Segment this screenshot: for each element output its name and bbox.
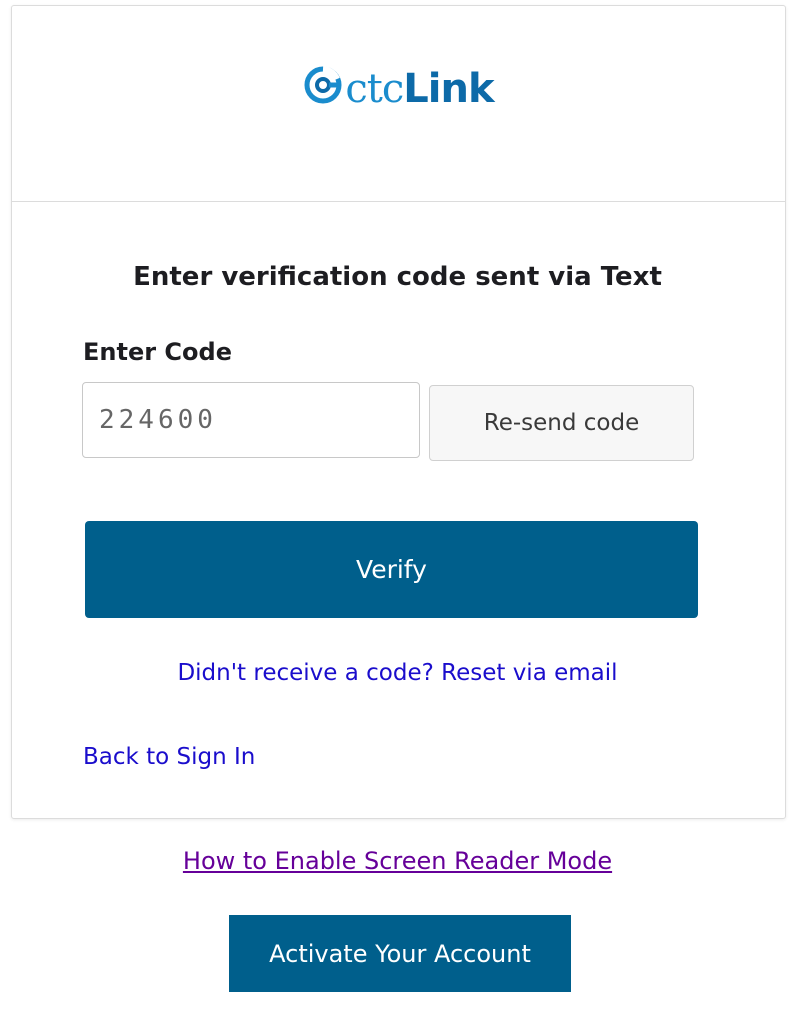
reset-via-email-link[interactable]: Didn't receive a code? Reset via email <box>0 660 795 686</box>
logo-text-ctc: ctc <box>345 66 404 112</box>
verify-button[interactable]: Verify <box>85 521 698 618</box>
card-header: ctcLink <box>12 6 785 202</box>
activate-account-button[interactable]: Activate Your Account <box>229 915 571 992</box>
screen-reader-mode-link[interactable]: How to Enable Screen Reader Mode <box>0 847 795 875</box>
resend-code-button[interactable]: Re-send code <box>429 385 694 461</box>
ctclink-logo: ctcLink <box>12 64 785 117</box>
logo-text-link: Link <box>403 66 494 112</box>
code-label: Enter Code <box>83 338 232 366</box>
verification-code-input[interactable] <box>82 382 420 458</box>
page-title: Enter verification code sent via Text <box>133 262 662 292</box>
back-to-sign-in-link[interactable]: Back to Sign In <box>83 744 255 770</box>
ctclink-swirl-icon <box>303 65 343 117</box>
